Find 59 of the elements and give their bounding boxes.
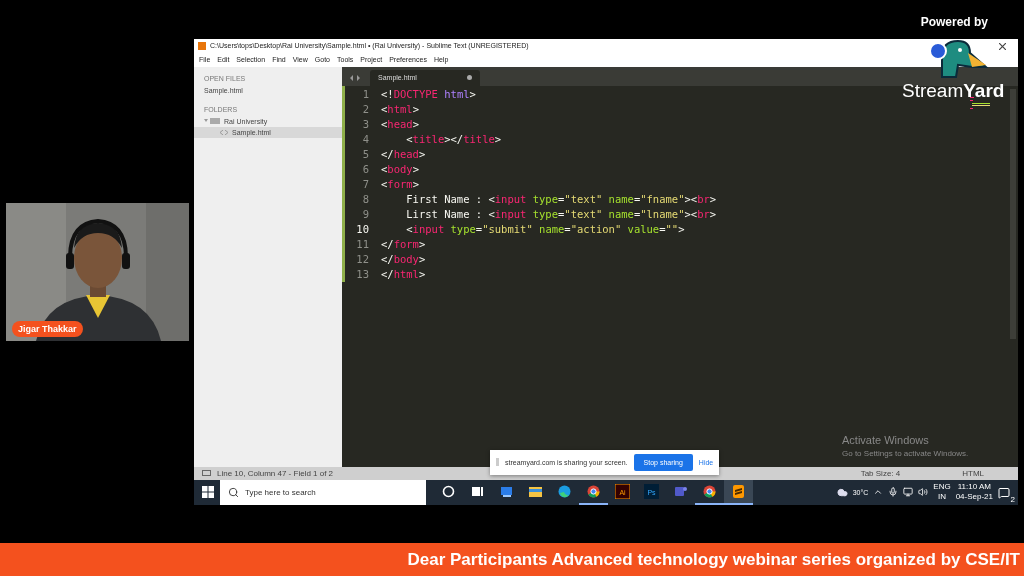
code-line: </body> — [381, 253, 426, 265]
banner-text: Dear Participants Advanced technology webinar series organized by CSE/IT — [407, 549, 1020, 570]
windows-start-icon[interactable] — [202, 486, 214, 498]
logo-wordmark: StreamYard — [902, 80, 1005, 102]
activation-title: Activate Windows — [842, 433, 930, 446]
line-number: 5 — [361, 148, 369, 160]
line-number: 2 — [361, 103, 369, 115]
drag-handle-icon[interactable] — [496, 458, 499, 466]
close-icon — [999, 42, 1006, 50]
line-number: 11 — [355, 238, 369, 250]
powered-by-label: Powered by — [920, 15, 988, 29]
code-line: First Name : <input type="text" name="fname"><br> — [405, 193, 717, 205]
clock-time[interactable]: 11:10 AM — [957, 482, 991, 492]
line-number: 8 — [361, 193, 369, 205]
line-number: 4 — [361, 133, 369, 145]
line-number: 13 — [355, 268, 369, 280]
tab-size[interactable]: Tab Size: 4 — [860, 468, 901, 478]
network-icon[interactable] — [903, 487, 914, 497]
code-line: </head> — [381, 148, 426, 160]
line-number: 3 — [361, 118, 369, 130]
syntax-mode[interactable]: HTML — [962, 468, 984, 478]
notification-count: 2 — [1009, 495, 1016, 504]
region[interactable]: IN — [937, 492, 946, 502]
line-number: 10 — [355, 223, 369, 235]
chrome-icon[interactable] — [586, 483, 601, 499]
search-field[interactable]: Type here to search — [220, 479, 426, 505]
microphone-icon[interactable] — [888, 487, 899, 497]
chevron-up-icon[interactable] — [873, 487, 884, 497]
minimap-drawing — [970, 96, 992, 111]
clock-date[interactable]: 04-Sep-21 — [955, 492, 993, 502]
code-file-icon — [220, 129, 228, 135]
volume-icon[interactable] — [918, 487, 929, 497]
code-line: Lirst Name : <input type="text" name="lname"><br> — [405, 208, 717, 220]
line-number: 9 — [361, 208, 369, 220]
notification-icon[interactable] — [998, 487, 1010, 499]
line-number: 7 — [361, 178, 369, 190]
monitor-icon — [202, 469, 211, 477]
activation-subtitle: Go to Settings to activate Windows. — [842, 448, 969, 458]
app-icon — [198, 41, 206, 50]
edge-icon[interactable] — [557, 483, 572, 499]
line-number: 12 — [355, 253, 369, 265]
code-line: <!DOCTYPE html> — [381, 88, 476, 100]
code-line: <form> — [381, 178, 419, 190]
chrome-icon[interactable] — [702, 483, 717, 499]
code-line: <html> — [381, 103, 419, 115]
code-line: <input type="submit" name="action" value=""> — [405, 223, 685, 235]
code-line: <head> — [381, 118, 419, 130]
circle-icon[interactable] — [441, 483, 456, 499]
code-line: </form> — [381, 238, 426, 250]
code-line: <body> — [381, 163, 419, 175]
code-line: </html> — [381, 268, 426, 280]
language[interactable]: ENG — [933, 482, 951, 492]
line-number: 6 — [361, 163, 369, 175]
code-line: <title></title> — [405, 133, 502, 145]
line-number: 1 — [361, 88, 369, 100]
cursor-position: Line 10, Column 47 - Field 1 of 2 — [217, 468, 334, 478]
weather-icon[interactable] — [836, 486, 848, 498]
search-icon — [228, 486, 239, 498]
sublime-icon[interactable] — [731, 483, 746, 499]
